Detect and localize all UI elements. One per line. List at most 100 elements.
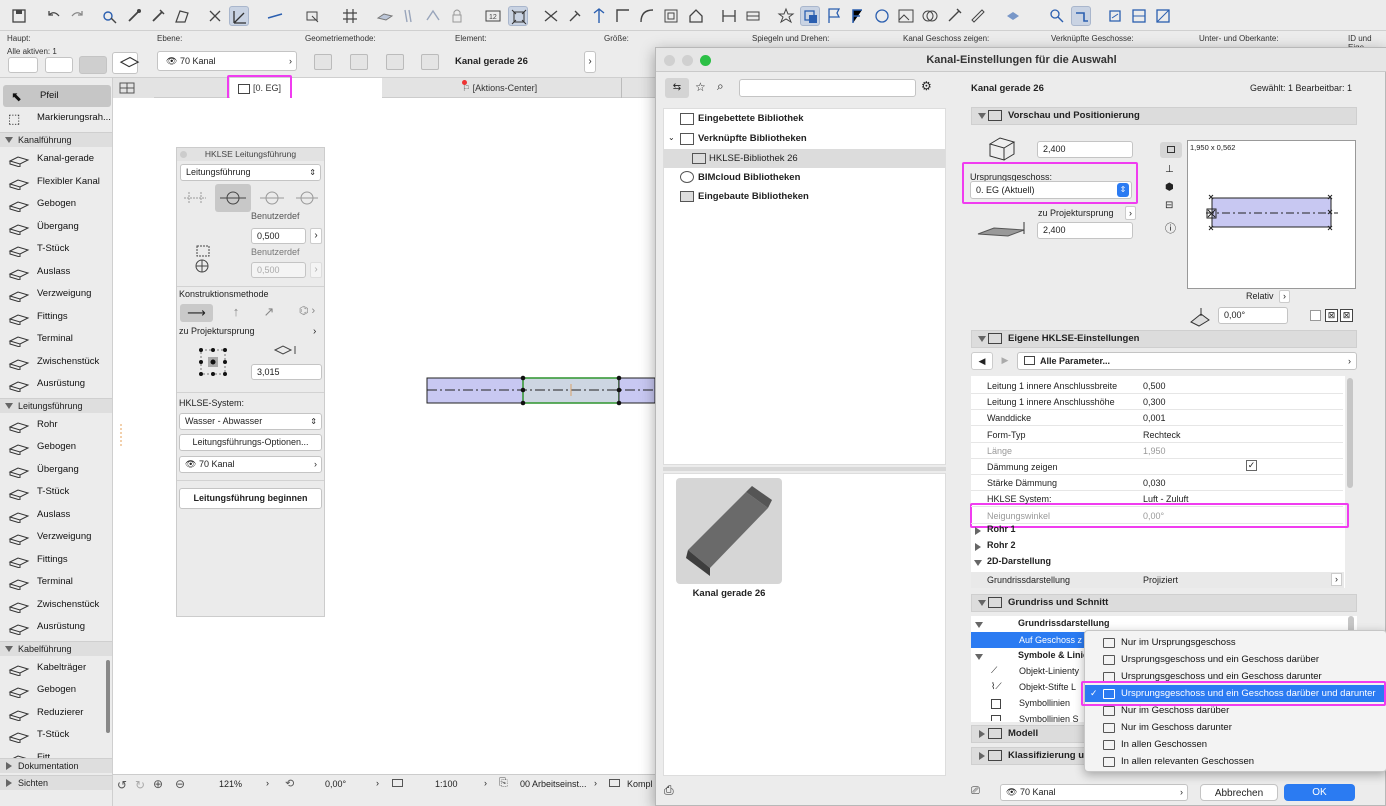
- sub-symbole[interactable]: Symbole & Linie: [971, 650, 1088, 660]
- mirror-checkbox[interactable]: [1310, 310, 1321, 321]
- tool-1-6[interactable]: Fittings: [0, 549, 112, 571]
- guide-line-icon[interactable]: [229, 6, 249, 26]
- group-2d[interactable]: 2D-Darstellung: [971, 556, 1051, 566]
- favorite-star-icon[interactable]: ☆: [695, 80, 706, 94]
- top-elevation-input[interactable]: 2,400: [1037, 141, 1133, 158]
- pane-splitter[interactable]: [663, 467, 946, 471]
- dropdown-option[interactable]: In allen Geschossen: [1085, 736, 1386, 753]
- publisher-icon[interactable]: [920, 6, 940, 26]
- tool-1-1[interactable]: Gebogen: [0, 436, 112, 458]
- dropdown-option[interactable]: In allen relevanten Geschossen: [1085, 753, 1386, 770]
- param-scrollbar[interactable]: [1347, 378, 1353, 488]
- dropdown-option[interactable]: Nur im Geschoss darunter: [1085, 719, 1386, 736]
- tab-aktions-center[interactable]: ⚐ [Aktions-Center]: [456, 78, 537, 98]
- offset-input-1[interactable]: 0,500: [251, 228, 306, 244]
- pipe-center-icon[interactable]: [215, 184, 251, 212]
- view-section-icon[interactable]: ⊥: [1165, 164, 1174, 175]
- mep-routing-icon[interactable]: [1071, 6, 1091, 26]
- rotation-angle-input[interactable]: 0,00°: [1218, 307, 1288, 324]
- footer-layer-select[interactable]: 👁 70 Kanal ›: [1000, 784, 1188, 801]
- palette-section-1[interactable]: Leitungsführung: [0, 397, 112, 413]
- window-close-button[interactable]: [664, 55, 675, 66]
- section-preview[interactable]: Vorschau und Positionierung: [971, 107, 1357, 125]
- element-chevron-button[interactable]: ›: [584, 51, 596, 73]
- window-minimize-button[interactable]: [682, 55, 693, 66]
- param-row[interactable]: Leitung 1 innere Anschlusshöhe 0,300: [971, 394, 1343, 411]
- system-select[interactable]: Wasser - Abwasser ⇕: [179, 413, 322, 430]
- tool-0-6[interactable]: Verzweigung: [0, 283, 112, 305]
- marquee-filter-button[interactable]: [45, 57, 73, 73]
- sub-grundriss[interactable]: Grundrissdarstellung: [971, 618, 1110, 628]
- projektursprung-chevron[interactable]: ›: [1125, 206, 1136, 220]
- bottom-elevation-input[interactable]: 2,400: [1037, 222, 1133, 239]
- routing-options-button[interactable]: Leitungsführungs-Optionen...: [179, 434, 322, 451]
- palette-section-2[interactable]: Kabelführung: [0, 640, 112, 656]
- zoom-value[interactable]: 121%: [219, 779, 242, 789]
- trace-icon[interactable]: [1129, 6, 1149, 26]
- dropdown-option[interactable]: Ursprungsgeschoss und ein Geschoss darüb…: [1085, 651, 1386, 668]
- image-icon[interactable]: [896, 6, 916, 26]
- symbollinien2-checkbox[interactable]: [991, 715, 1001, 721]
- tool-0-4[interactable]: T-Stück: [0, 238, 112, 260]
- geometry-curve-button[interactable]: [421, 54, 439, 70]
- tool-pfeil[interactable]: ⬉ Pfeil: [3, 85, 111, 107]
- split-icon[interactable]: [541, 6, 561, 26]
- undo-icon[interactable]: [44, 6, 64, 26]
- library-view-button[interactable]: ⇆: [665, 78, 689, 98]
- next-param-button[interactable]: ▶: [996, 352, 1014, 370]
- slab-icon[interactable]: [375, 6, 395, 26]
- panel-close-icon[interactable]: [180, 151, 187, 158]
- tool-1-7[interactable]: Terminal: [0, 571, 112, 593]
- pipe-size-icon[interactable]: [181, 186, 209, 210]
- pipe-bottom-icon[interactable]: [293, 186, 321, 210]
- view-plan-button[interactable]: [1160, 142, 1182, 158]
- begin-routing-button[interactable]: Leitungsführung beginnen: [179, 488, 322, 509]
- snap-icon[interactable]: [205, 6, 225, 26]
- trim-icon[interactable]: [565, 6, 585, 26]
- tool-0-5[interactable]: Auslass: [0, 261, 112, 283]
- layer-field[interactable]: 👁 70 Kanal ›: [157, 51, 297, 71]
- construction-slope-button[interactable]: ↗: [260, 304, 278, 322]
- library-selected-row[interactable]: [664, 149, 945, 168]
- redo-zoom-icon[interactable]: ↻: [135, 778, 145, 792]
- param-row[interactable]: Dämmung zeigen: [971, 459, 1343, 475]
- house-icon[interactable]: [686, 6, 706, 26]
- mirror-x-icon[interactable]: ⊠: [1325, 309, 1338, 322]
- tool-0-3[interactable]: Übergang: [0, 216, 112, 238]
- ruler-icon[interactable]: [968, 6, 988, 26]
- tool-markierungsrahmen[interactable]: ⬚ Markierungsrah...: [0, 107, 112, 129]
- navigator-icon[interactable]: [872, 6, 892, 26]
- filter-icon[interactable]: [1047, 6, 1067, 26]
- rotation-chevron[interactable]: ›: [376, 778, 379, 788]
- layers-panel-icon[interactable]: [800, 6, 820, 26]
- group-rohr1[interactable]: Rohr 1: [971, 524, 1016, 535]
- tool-0-1[interactable]: Flexibler Kanal: [0, 171, 112, 193]
- param-row[interactable]: Neigungswinkel 0,00°: [971, 508, 1343, 524]
- selection-filter-button[interactable]: [8, 57, 38, 73]
- undo-zoom-icon[interactable]: ↺: [117, 778, 127, 792]
- window-zoom-button[interactable]: [700, 55, 711, 66]
- rotation-value[interactable]: 0,00°: [325, 779, 346, 789]
- library-embedded[interactable]: Eingebettete Bibliothek: [698, 113, 804, 124]
- pick-up-icon[interactable]: [100, 6, 120, 26]
- relativ-chevron[interactable]: ›: [1279, 290, 1290, 303]
- geometry-arc-button[interactable]: [386, 54, 404, 70]
- library-search-input[interactable]: [739, 79, 916, 97]
- layer-combo-chevron[interactable]: ›: [594, 778, 597, 788]
- gear-icon[interactable]: ⚙: [921, 79, 932, 93]
- save-icon[interactable]: [9, 6, 29, 26]
- cancel-button[interactable]: Abbrechen: [1200, 784, 1278, 801]
- roof-icon[interactable]: [423, 6, 443, 26]
- param-row[interactable]: Leitung 1 innere Anschlussbreite 0,500: [971, 378, 1343, 394]
- element-icon-button[interactable]: [112, 52, 140, 74]
- tool-2-1[interactable]: Gebogen: [0, 679, 112, 701]
- offset-input-2[interactable]: 0,500: [251, 262, 306, 278]
- construction-vertical-button[interactable]: ↑: [227, 304, 245, 322]
- projektursprung-chevron[interactable]: ›: [313, 326, 316, 337]
- param-row[interactable]: Stärke Dämmung 0,030: [971, 475, 1343, 492]
- eyedropper-icon[interactable]: [124, 6, 144, 26]
- tool-0-2[interactable]: Gebogen: [0, 193, 112, 215]
- lock-icon[interactable]: [447, 6, 467, 26]
- line-method-icon[interactable]: [265, 6, 285, 26]
- layer-toggle-icon[interactable]: [303, 6, 323, 26]
